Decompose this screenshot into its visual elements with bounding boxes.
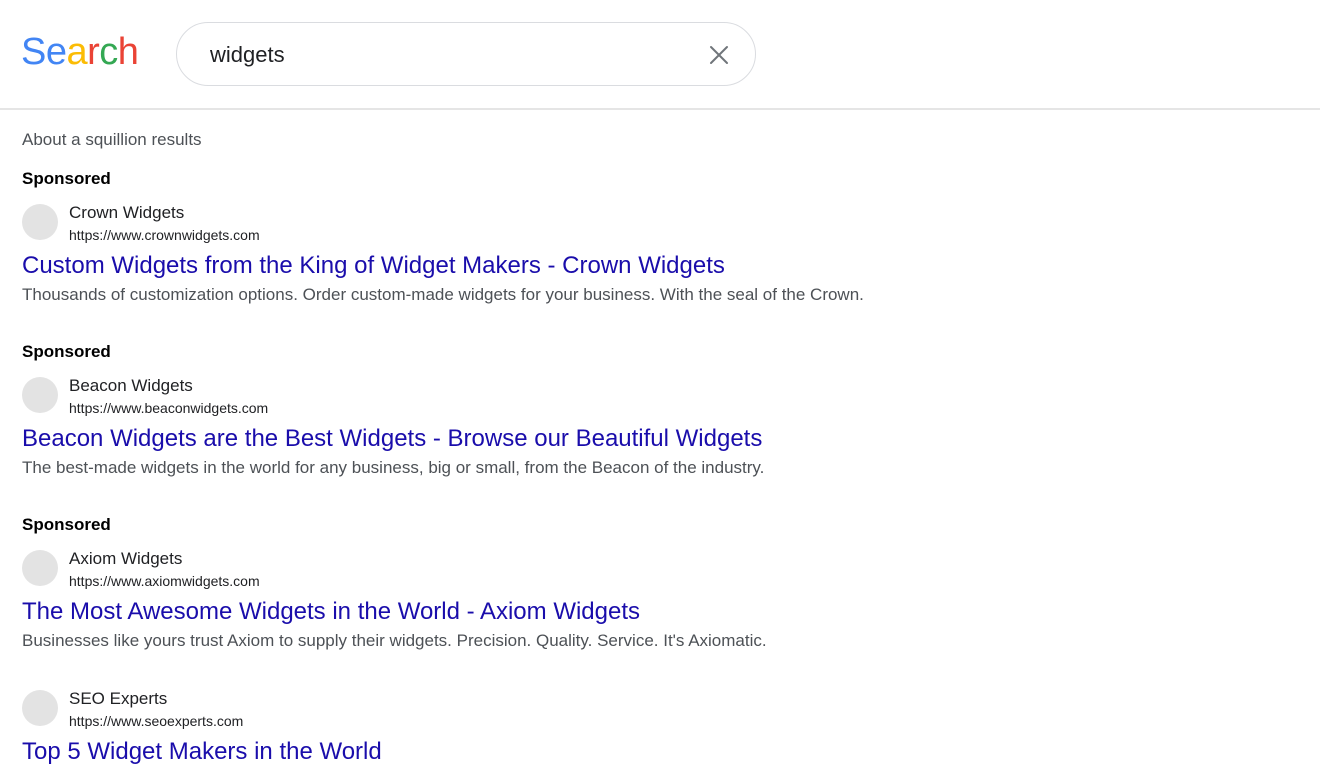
header: Search [0, 0, 1320, 110]
clear-search-button[interactable] [707, 43, 731, 67]
logo-letter: c [99, 31, 118, 73]
search-result: Sponsored Crown Widgets https://www.crow… [22, 168, 1282, 307]
site-url: https://www.seoexperts.com [69, 713, 244, 729]
result-title-link[interactable]: Top 5 Widget Makers in the World [22, 737, 1282, 767]
site-info[interactable]: Axiom Widgets https://www.axiomwidgets.c… [22, 548, 1282, 592]
result-title-link[interactable]: Beacon Widgets are the Best Widgets - Br… [22, 424, 1282, 454]
search-logo[interactable]: Search [21, 30, 139, 74]
site-favicon [22, 204, 58, 240]
logo-letter: a [66, 31, 88, 73]
search-result: Sponsored Axiom Widgets https://www.axio… [22, 514, 1282, 653]
site-info[interactable]: SEO Experts https://www.seoexperts.com [22, 688, 1282, 732]
site-favicon [22, 377, 58, 413]
logo-letter: e [45, 31, 67, 73]
result-snippet: The best-made widgets in the world for a… [22, 458, 765, 477]
sponsored-label: Sponsored [22, 169, 111, 188]
close-icon [710, 46, 728, 64]
result-snippet: Thousands of customization options. Orde… [22, 285, 864, 304]
site-name: Beacon Widgets [69, 376, 193, 395]
search-box [176, 22, 756, 86]
site-name: Axiom Widgets [69, 549, 183, 568]
sponsored-label: Sponsored [22, 342, 111, 361]
result-snippet: Businesses like yours trust Axiom to sup… [22, 631, 767, 650]
site-url: https://www.axiomwidgets.com [69, 573, 260, 589]
site-name: Crown Widgets [69, 203, 185, 222]
result-title-link[interactable]: Custom Widgets from the King of Widget M… [22, 251, 1282, 281]
logo-letter: h [117, 31, 139, 73]
logo-letter: S [21, 31, 46, 73]
site-url: https://www.crownwidgets.com [69, 227, 260, 243]
result-title-link[interactable]: The Most Awesome Widgets in the World - … [22, 597, 1282, 627]
site-info[interactable]: Beacon Widgets https://www.beaconwidgets… [22, 375, 1282, 419]
site-name: SEO Experts [69, 689, 168, 708]
search-input[interactable] [210, 39, 690, 71]
search-result: SEO Experts https://www.seoexperts.com T… [22, 688, 1282, 767]
logo-letter: r [87, 31, 100, 73]
sponsored-label: Sponsored [22, 515, 111, 534]
site-info[interactable]: Crown Widgets https://www.crownwidgets.c… [22, 202, 1282, 246]
search-result: Sponsored Beacon Widgets https://www.bea… [22, 341, 1282, 480]
site-favicon [22, 690, 58, 726]
site-favicon [22, 550, 58, 586]
site-url: https://www.beaconwidgets.com [69, 400, 269, 416]
result-stats: About a squillion results [22, 130, 202, 149]
